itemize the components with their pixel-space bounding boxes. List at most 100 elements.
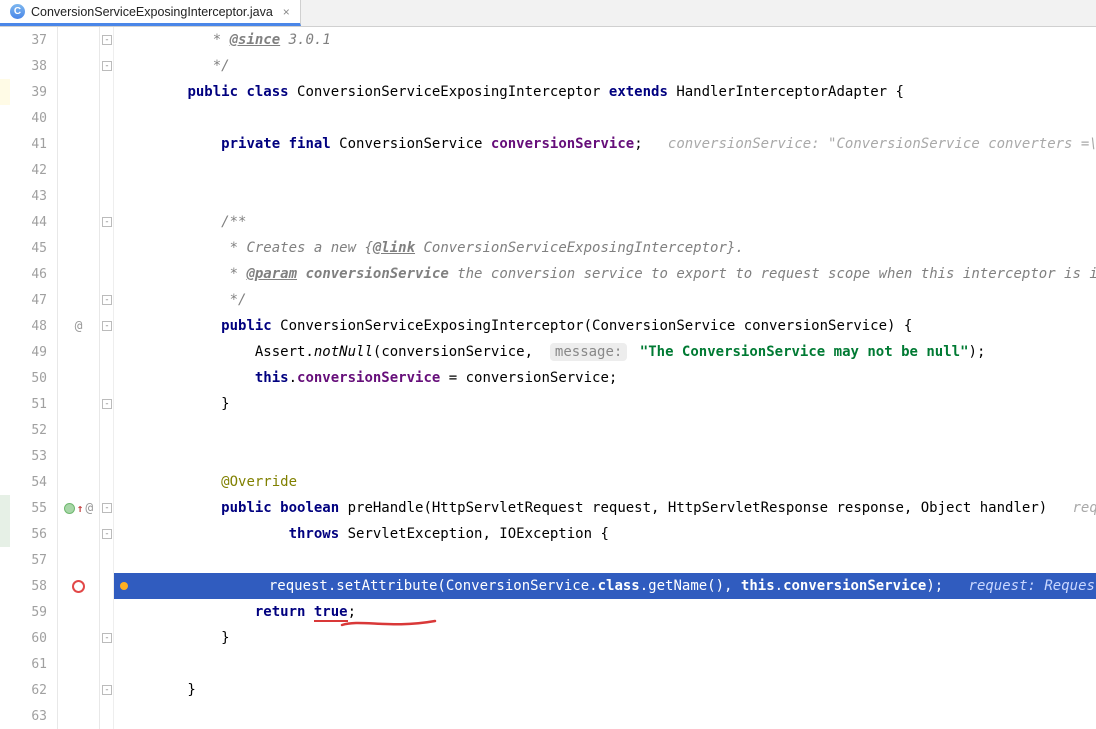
at-sign-icon: @ xyxy=(75,319,83,334)
vcs-mark xyxy=(0,261,10,287)
line-number[interactable]: 38 xyxy=(10,59,57,74)
overrides-arrow-icon[interactable]: ↑ xyxy=(77,502,84,515)
vcs-mark xyxy=(0,625,10,651)
code-line[interactable]: * @param conversionService the conversio… xyxy=(114,261,1096,287)
annotation-underline xyxy=(340,617,460,631)
execution-point-icon xyxy=(120,582,128,590)
line-number-gutter[interactable]: 37 38 39 40 41 42 43 44 45 46 47 48 49 50 51 52 53 54 55 56… xyxy=(10,27,58,729)
vcs-mark xyxy=(0,131,10,157)
code-line[interactable]: } xyxy=(114,677,1096,703)
editor-root: C ConversionServiceExposingInterceptor.j… xyxy=(0,0,1096,729)
at-sign-icon: @ xyxy=(85,501,93,516)
code-line[interactable]: } xyxy=(114,391,1096,417)
fold-toggle-icon[interactable]: - xyxy=(102,633,112,643)
line-number[interactable]: 44 xyxy=(10,215,57,230)
line-number[interactable]: 52 xyxy=(10,423,57,438)
line-number[interactable]: 50 xyxy=(10,371,57,386)
code-line[interactable]: request.setAttribute(ConversionService.c… xyxy=(114,573,1096,599)
line-number[interactable]: 56 xyxy=(10,527,57,542)
fold-toggle-icon[interactable]: - xyxy=(102,399,112,409)
line-number[interactable]: 43 xyxy=(10,189,57,204)
vcs-mark xyxy=(0,235,10,261)
line-number[interactable]: 59 xyxy=(10,605,57,620)
vcs-mark xyxy=(0,599,10,625)
fold-gutter[interactable]: - - - - - - - - - - xyxy=(100,27,114,729)
line-number[interactable]: 54 xyxy=(10,475,57,490)
file-tab[interactable]: C ConversionServiceExposingInterceptor.j… xyxy=(0,0,301,26)
code-line[interactable]: this.conversionService = conversionServi… xyxy=(114,365,1096,391)
line-number[interactable]: 53 xyxy=(10,449,57,464)
code-line[interactable]: private final ConversionService conversi… xyxy=(114,131,1096,157)
tab-bar: C ConversionServiceExposingInterceptor.j… xyxy=(0,0,1096,27)
code-line[interactable]: public class ConversionServiceExposingIn… xyxy=(114,79,1096,105)
code-line[interactable] xyxy=(114,157,1096,183)
line-number[interactable]: 61 xyxy=(10,657,57,672)
line-number[interactable]: 39 xyxy=(10,85,57,100)
line-number[interactable]: 58 xyxy=(10,579,57,594)
breakpoint-icon[interactable] xyxy=(72,580,85,593)
line-number[interactable]: 46 xyxy=(10,267,57,282)
vcs-mark xyxy=(0,495,10,521)
vcs-strip xyxy=(0,27,10,729)
line-number[interactable]: 60 xyxy=(10,631,57,646)
fold-toggle-icon[interactable]: - xyxy=(102,61,112,71)
vcs-mark xyxy=(0,703,10,729)
line-number[interactable]: 41 xyxy=(10,137,57,152)
code-editor: 37 38 39 40 41 42 43 44 45 46 47 48 49 50 51 52 53 54 55 56… xyxy=(0,27,1096,729)
close-icon[interactable]: × xyxy=(283,5,290,19)
line-number[interactable]: 42 xyxy=(10,163,57,178)
code-line[interactable] xyxy=(114,105,1096,131)
fold-toggle-icon[interactable]: - xyxy=(102,503,112,513)
fold-toggle-icon[interactable]: - xyxy=(102,529,112,539)
line-number[interactable]: 51 xyxy=(10,397,57,412)
line-number[interactable]: 37 xyxy=(10,33,57,48)
code-area[interactable]: * @since 3.0.1 */ public class Conversio… xyxy=(114,27,1096,729)
line-number[interactable]: 49 xyxy=(10,345,57,360)
fold-toggle-icon[interactable]: - xyxy=(102,35,112,45)
code-line[interactable]: /** xyxy=(114,209,1096,235)
vcs-mark xyxy=(0,157,10,183)
vcs-mark xyxy=(0,287,10,313)
vcs-mark xyxy=(0,469,10,495)
code-line[interactable] xyxy=(114,443,1096,469)
code-line[interactable] xyxy=(114,651,1096,677)
line-number[interactable]: 62 xyxy=(10,683,57,698)
vcs-mark xyxy=(0,521,10,547)
code-line[interactable] xyxy=(114,183,1096,209)
code-line[interactable]: return true; xyxy=(114,599,1096,625)
line-number[interactable]: 40 xyxy=(10,111,57,126)
vcs-mark xyxy=(0,677,10,703)
override-icon[interactable] xyxy=(64,503,75,514)
code-line[interactable] xyxy=(114,547,1096,573)
line-number[interactable]: 48 xyxy=(10,319,57,334)
code-line[interactable]: public boolean preHandle(HttpServletRequ… xyxy=(114,495,1096,521)
fold-toggle-icon[interactable]: - xyxy=(102,321,112,331)
fold-toggle-icon[interactable]: - xyxy=(102,217,112,227)
vcs-mark xyxy=(0,365,10,391)
line-number[interactable]: 55 xyxy=(10,501,57,516)
vcs-mark xyxy=(0,105,10,131)
code-line[interactable]: * @since 3.0.1 xyxy=(114,27,1096,53)
vcs-mark xyxy=(0,651,10,677)
code-line[interactable]: Assert.notNull(conversionService, messag… xyxy=(114,339,1096,365)
code-line[interactable]: throws ServletException, IOException { xyxy=(114,521,1096,547)
code-line[interactable] xyxy=(114,703,1096,729)
line-number[interactable]: 45 xyxy=(10,241,57,256)
vcs-mark xyxy=(0,573,10,599)
vcs-mark xyxy=(0,547,10,573)
line-number[interactable]: 47 xyxy=(10,293,57,308)
vcs-mark xyxy=(0,417,10,443)
code-line[interactable]: @Override xyxy=(114,469,1096,495)
code-line[interactable]: */ xyxy=(114,287,1096,313)
code-line[interactable]: */ xyxy=(114,53,1096,79)
vcs-mark xyxy=(0,443,10,469)
line-number[interactable]: 63 xyxy=(10,709,57,724)
fold-toggle-icon[interactable]: - xyxy=(102,685,112,695)
line-number[interactable]: 57 xyxy=(10,553,57,568)
code-line[interactable]: public ConversionServiceExposingIntercep… xyxy=(114,313,1096,339)
marker-gutter[interactable]: @↑@ xyxy=(58,27,100,729)
code-line[interactable] xyxy=(114,417,1096,443)
code-line[interactable]: * Creates a new {@link ConversionService… xyxy=(114,235,1096,261)
fold-toggle-icon[interactable]: - xyxy=(102,295,112,305)
code-line[interactable]: } xyxy=(114,625,1096,651)
